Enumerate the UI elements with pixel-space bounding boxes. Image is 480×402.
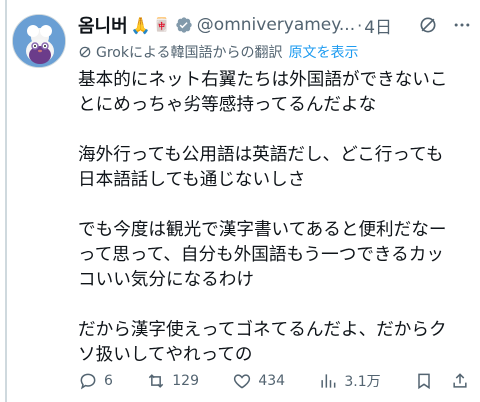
post-line: 海外行っても公用語は英語だし、どこ行っても (78, 145, 444, 165)
like-button[interactable]: 434 (232, 371, 285, 391)
repost-icon (149, 374, 164, 388)
grok-small-icon (79, 46, 91, 58)
bookmark-icon[interactable] (414, 371, 434, 391)
post-line: とにめっちゃ劣等感持ってるんだよな (78, 95, 377, 115)
post-line: コいい気分になるわけ (78, 270, 254, 290)
post-line: だから漢字使えってゴネてるんだよ、だからク (78, 320, 447, 340)
heart-icon (234, 374, 251, 389)
post-line: って思って、自分も外国語もう一つできるカッ (78, 245, 444, 265)
separator-dot: · (357, 15, 363, 35)
post-line: 日本語話しても通じないしさ (78, 170, 306, 190)
repost-count: 129 (172, 373, 199, 389)
avatar[interactable] (12, 14, 66, 68)
view-count: 3.1万 (344, 374, 381, 390)
grok-icon[interactable] (418, 15, 438, 35)
post-line: ソ扱いしてやれっての (78, 345, 253, 365)
post-time[interactable]: 4日 (364, 13, 392, 38)
show-original-link[interactable]: 原文を表示 (289, 42, 359, 62)
views-button[interactable]: 3.1万 (318, 371, 381, 391)
more-options-icon[interactable] (452, 15, 472, 35)
reply-count: 6 (104, 373, 113, 389)
translation-label: Grokによる韓国語からの翻訳 (96, 45, 283, 61)
thread-line (5, 0, 7, 402)
share-icon[interactable] (450, 371, 470, 391)
action-bar: 6 129 434 3.1万 (78, 368, 470, 394)
pray-emoji-icon: 🙏 (130, 15, 151, 35)
repost-button[interactable]: 129 (146, 371, 199, 391)
post-body: 基本的にネット右翼たちは外国語ができないこ とにめっちゃ劣等感持ってるんだよな … (78, 68, 476, 368)
reply-button[interactable]: 6 (78, 371, 113, 391)
avatar-image (13, 15, 65, 67)
translation-notice: Grokによる韓国語からの翻訳 原文を表示 (78, 42, 359, 62)
verified-badge-icon[interactable] (175, 16, 193, 34)
post-line: 基本的にネット右翼たちは外国語ができないこ (78, 70, 448, 90)
post-header: 옴니버 🙏 🀄 @omniveryamey... · 4日 (78, 12, 472, 38)
badge-emoji-icon: 🀄 (153, 17, 170, 33)
user-handle[interactable]: @omniveryamey... (197, 15, 355, 35)
analytics-icon (321, 374, 336, 388)
reply-icon (80, 373, 96, 390)
like-count: 434 (258, 373, 286, 389)
post-line: でも今度は観光で漢字書いてあると便利だなー (78, 220, 447, 240)
display-name[interactable]: 옴니버 (78, 12, 128, 38)
